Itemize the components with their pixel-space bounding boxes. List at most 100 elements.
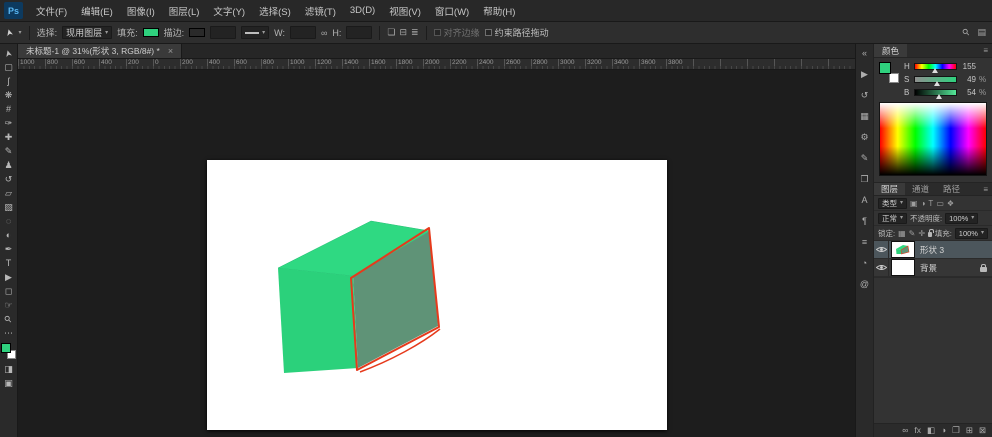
foreground-color-swatch[interactable] (879, 62, 891, 74)
filter-type-icon[interactable]: T (928, 199, 933, 208)
visibility-toggle[interactable] (874, 241, 889, 258)
quick-selection-tool-icon[interactable]: ❋ (0, 88, 17, 102)
menu-help[interactable]: 帮助(H) (476, 0, 522, 21)
slider-thumb[interactable] (936, 94, 942, 99)
stroke-width-input[interactable] (210, 26, 236, 39)
timeline-panel-icon[interactable]: ◔ (862, 257, 867, 269)
lock-position-icon[interactable]: ✛ (918, 229, 925, 238)
height-input[interactable] (346, 26, 372, 39)
color-panel-tab[interactable]: 颜色 (874, 44, 907, 57)
adjustment-layer-icon[interactable]: ◑ (941, 426, 946, 435)
crop-tool-icon[interactable]: # (0, 102, 17, 116)
filter-type-dropdown[interactable]: 类型 ▾ (878, 198, 907, 209)
tab-paths[interactable]: 路径 (936, 183, 967, 195)
toolbar-color-swatches[interactable] (1, 343, 16, 359)
new-layer-icon[interactable]: ⊞ (966, 426, 973, 435)
path-alignment-icon[interactable]: ⊟ (400, 27, 408, 38)
edit-toolbar-icon[interactable]: ⋯ (0, 326, 17, 340)
marquee-tool-icon[interactable]: ▢ (0, 60, 17, 74)
saturation-slider-track[interactable] (914, 76, 957, 83)
search-icon[interactable]: ⚲ (960, 26, 972, 38)
filter-adjustment-icon[interactable]: ◑ (921, 199, 926, 208)
character-panel-icon[interactable]: A (861, 194, 867, 206)
filter-smart-icon[interactable]: ❖ (947, 199, 954, 208)
layer-thumbnail[interactable] (892, 260, 914, 275)
workspace-icon[interactable]: ▤ (977, 27, 986, 38)
foreground-background-swatches[interactable] (879, 62, 899, 83)
background-color-swatch[interactable] (889, 73, 899, 83)
blur-tool-icon[interactable]: ◌ (0, 214, 17, 228)
layer-row-shape-3[interactable]: 形状 3 (874, 241, 992, 259)
gradient-tool-icon[interactable]: ▧ (0, 200, 17, 214)
brush-tool-icon[interactable]: ✎ (0, 144, 17, 158)
hue-slider-track[interactable] (914, 63, 957, 70)
opacity-dropdown[interactable]: 100% ▾ (945, 213, 978, 224)
link-dimensions-icon[interactable]: ∞ (321, 28, 327, 38)
layer-thumbnail[interactable] (892, 242, 914, 257)
path-arrange-icon[interactable]: ≣ (411, 27, 419, 38)
brush-settings-panel-icon[interactable]: ✎ (861, 152, 869, 164)
constrain-path-drag-checkbox[interactable]: 约束路径拖动 (485, 26, 549, 39)
color-spectrum[interactable] (879, 102, 987, 176)
filter-pixel-icon[interactable]: ▣ (910, 199, 918, 208)
tab-layers[interactable]: 图层 (874, 183, 905, 195)
eyedropper-tool-icon[interactable]: ✑ (0, 116, 17, 130)
document-tab[interactable]: 未标题-1 @ 31%(形状 3, RGB/8#) * × (18, 44, 182, 58)
menu-select[interactable]: 选择(S) (252, 0, 298, 21)
slider-thumb[interactable] (932, 68, 938, 73)
type-tool-icon[interactable]: T (0, 256, 17, 270)
menu-window[interactable]: 窗口(W) (428, 0, 476, 21)
dodge-tool-icon[interactable]: ◐ (0, 228, 17, 242)
menu-edit[interactable]: 编辑(E) (74, 0, 120, 21)
slider-thumb[interactable] (934, 81, 940, 86)
tool-preset-caret-icon[interactable]: ▾ (19, 30, 22, 36)
fill-swatch[interactable] (143, 28, 159, 37)
menu-layer[interactable]: 图层(L) (162, 0, 207, 21)
menu-3d[interactable]: 3D(D) (343, 0, 382, 21)
stroke-swatch[interactable] (189, 28, 205, 37)
lock-all-icon[interactable] (928, 232, 932, 237)
lock-pixels-icon[interactable]: ✎ (909, 229, 916, 238)
blend-mode-dropdown[interactable]: 正常 ▾ (878, 213, 907, 224)
stroke-style-dropdown[interactable]: ▾ (241, 26, 269, 39)
close-icon[interactable]: × (168, 46, 173, 56)
screen-mode-icon[interactable]: ▣ (0, 376, 17, 390)
layers-panel-menu-icon[interactable]: ≡ (979, 183, 992, 195)
eraser-tool-icon[interactable]: ▱ (0, 186, 17, 200)
artboard[interactable] (207, 160, 667, 430)
panel-menu-icon[interactable]: ≡ (979, 44, 992, 57)
filter-shape-icon[interactable]: ▭ (936, 199, 944, 208)
hue-slider[interactable]: H 155 (904, 62, 987, 71)
zoom-tool-icon[interactable]: ⚲ (0, 312, 17, 326)
hand-tool-icon[interactable]: ☞ (0, 298, 17, 312)
history-panel-icon[interactable]: ↺ (861, 89, 869, 101)
link-layers-icon[interactable]: ∞ (902, 426, 908, 435)
saturation-slider[interactable]: S 49 % (904, 75, 987, 84)
collapse-panels-icon[interactable]: « (862, 47, 867, 59)
new-group-icon[interactable]: ❐ (952, 426, 960, 435)
libraries-panel-icon[interactable]: @ (860, 278, 869, 290)
actions-panel-icon[interactable]: ▶ (861, 68, 868, 80)
brightness-slider-track[interactable] (914, 89, 957, 96)
menu-view[interactable]: 视图(V) (382, 0, 428, 21)
canvas-workspace[interactable] (18, 70, 855, 437)
brightness-slider[interactable]: B 54 % (904, 88, 987, 97)
glyphs-panel-icon[interactable]: ≡ (862, 236, 867, 248)
menu-file[interactable]: 文件(F) (29, 0, 74, 21)
delete-layer-icon[interactable]: ⊠ (979, 426, 986, 435)
path-operations-icon[interactable]: ❏ (387, 27, 395, 38)
visibility-toggle[interactable] (874, 259, 889, 276)
quick-mask-icon[interactable]: ◨ (0, 362, 17, 376)
lasso-tool-icon[interactable]: ʃ (0, 74, 17, 88)
width-input[interactable] (290, 26, 316, 39)
healing-brush-tool-icon[interactable]: ✚ (0, 130, 17, 144)
clone-source-panel-icon[interactable]: ❐ (860, 173, 868, 185)
paragraph-panel-icon[interactable]: ¶ (862, 215, 867, 227)
tab-channels[interactable]: 通道 (905, 183, 936, 195)
layer-row-background[interactable]: 背景 (874, 259, 992, 277)
menu-filter[interactable]: 滤镜(T) (298, 0, 343, 21)
menu-type[interactable]: 文字(Y) (206, 0, 252, 21)
info-panel-icon[interactable]: ▦ (860, 110, 869, 122)
lock-transparent-icon[interactable]: ▦ (898, 229, 906, 238)
menu-image[interactable]: 图像(I) (120, 0, 162, 21)
